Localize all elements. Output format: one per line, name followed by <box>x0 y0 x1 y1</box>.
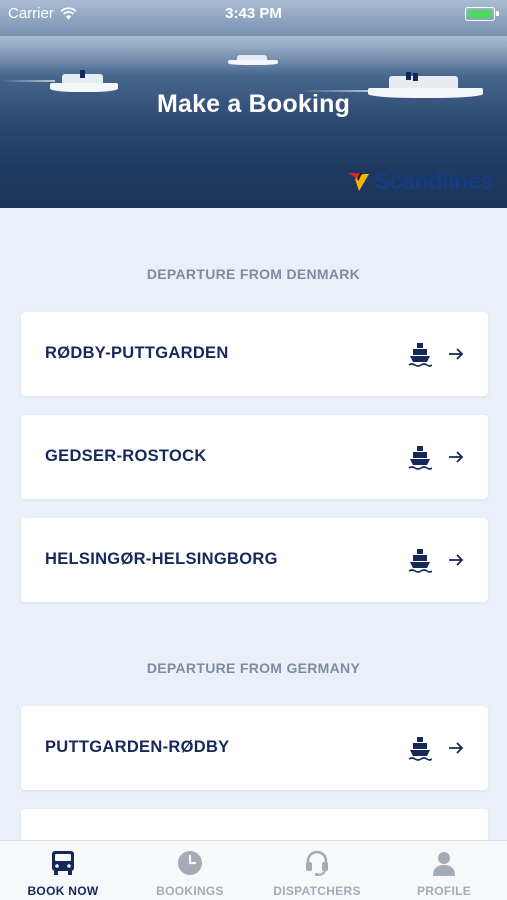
route-card-puttgarden-rodby[interactable]: PUTTGARDEN-RØDBY <box>21 706 488 790</box>
user-icon <box>433 852 455 876</box>
header-banner: Carrier 3:43 PM Make a Booking Scandline… <box>0 0 507 208</box>
section-title-germany: DEPARTURE FROM GERMANY <box>146 660 361 676</box>
brand-logo: Scandlines <box>347 168 493 195</box>
route-name: PUTTGARDEN-RØDBY <box>45 738 230 756</box>
headset-icon <box>306 850 328 876</box>
clock-icon <box>178 851 202 875</box>
ferry-ship-center <box>228 53 278 65</box>
arrow-right-icon <box>449 451 464 463</box>
ferry-icon <box>408 343 432 367</box>
tab-bookings[interactable]: BOOKINGS <box>127 841 253 900</box>
arrow-right-icon <box>449 348 464 360</box>
ferry-ship-left <box>50 70 118 92</box>
route-name: HELSINGØR-HELSINGBORG <box>45 550 278 568</box>
tab-label: PROFILE <box>416 884 472 898</box>
scandlines-logo-icon <box>347 172 369 191</box>
route-name: RØDBY-PUTTGARDEN <box>45 344 229 362</box>
page-title: Make a Booking <box>156 90 351 118</box>
section-title-denmark: DEPARTURE FROM DENMARK <box>146 266 361 282</box>
arrow-right-icon <box>449 742 464 754</box>
tab-profile[interactable]: PROFILE <box>381 841 507 900</box>
truck-icon <box>52 851 74 875</box>
tab-label: BOOK NOW <box>27 884 99 898</box>
ferry-icon <box>408 446 432 470</box>
ferry-icon <box>408 549 432 573</box>
route-name: GEDSER-ROSTOCK <box>45 447 207 465</box>
brand-wordmark: Scandlines <box>374 168 494 194</box>
tab-label: DISPATCHERS <box>273 884 361 898</box>
battery-icon <box>465 7 499 21</box>
tab-bar: BOOK NOW BOOKINGS DISPATCHERS PROFILE <box>0 840 507 900</box>
tab-dispatchers[interactable]: DISPATCHERS <box>254 841 380 900</box>
status-bar: Carrier 3:43 PM <box>0 0 507 28</box>
ship-wake <box>0 80 55 82</box>
tab-book-now[interactable]: BOOK NOW <box>0 841 126 900</box>
route-card-gedser-rostock[interactable]: GEDSER-ROSTOCK <box>21 415 488 499</box>
route-card-helsingor-helsingborg[interactable]: HELSINGØR-HELSINGBORG <box>21 518 488 602</box>
status-time: 3:43 PM <box>225 5 282 22</box>
ferry-icon <box>408 737 432 761</box>
tab-label: BOOKINGS <box>156 884 224 898</box>
arrow-right-icon <box>449 554 464 566</box>
route-card-rodby-puttgarden[interactable]: RØDBY-PUTTGARDEN <box>21 312 488 396</box>
